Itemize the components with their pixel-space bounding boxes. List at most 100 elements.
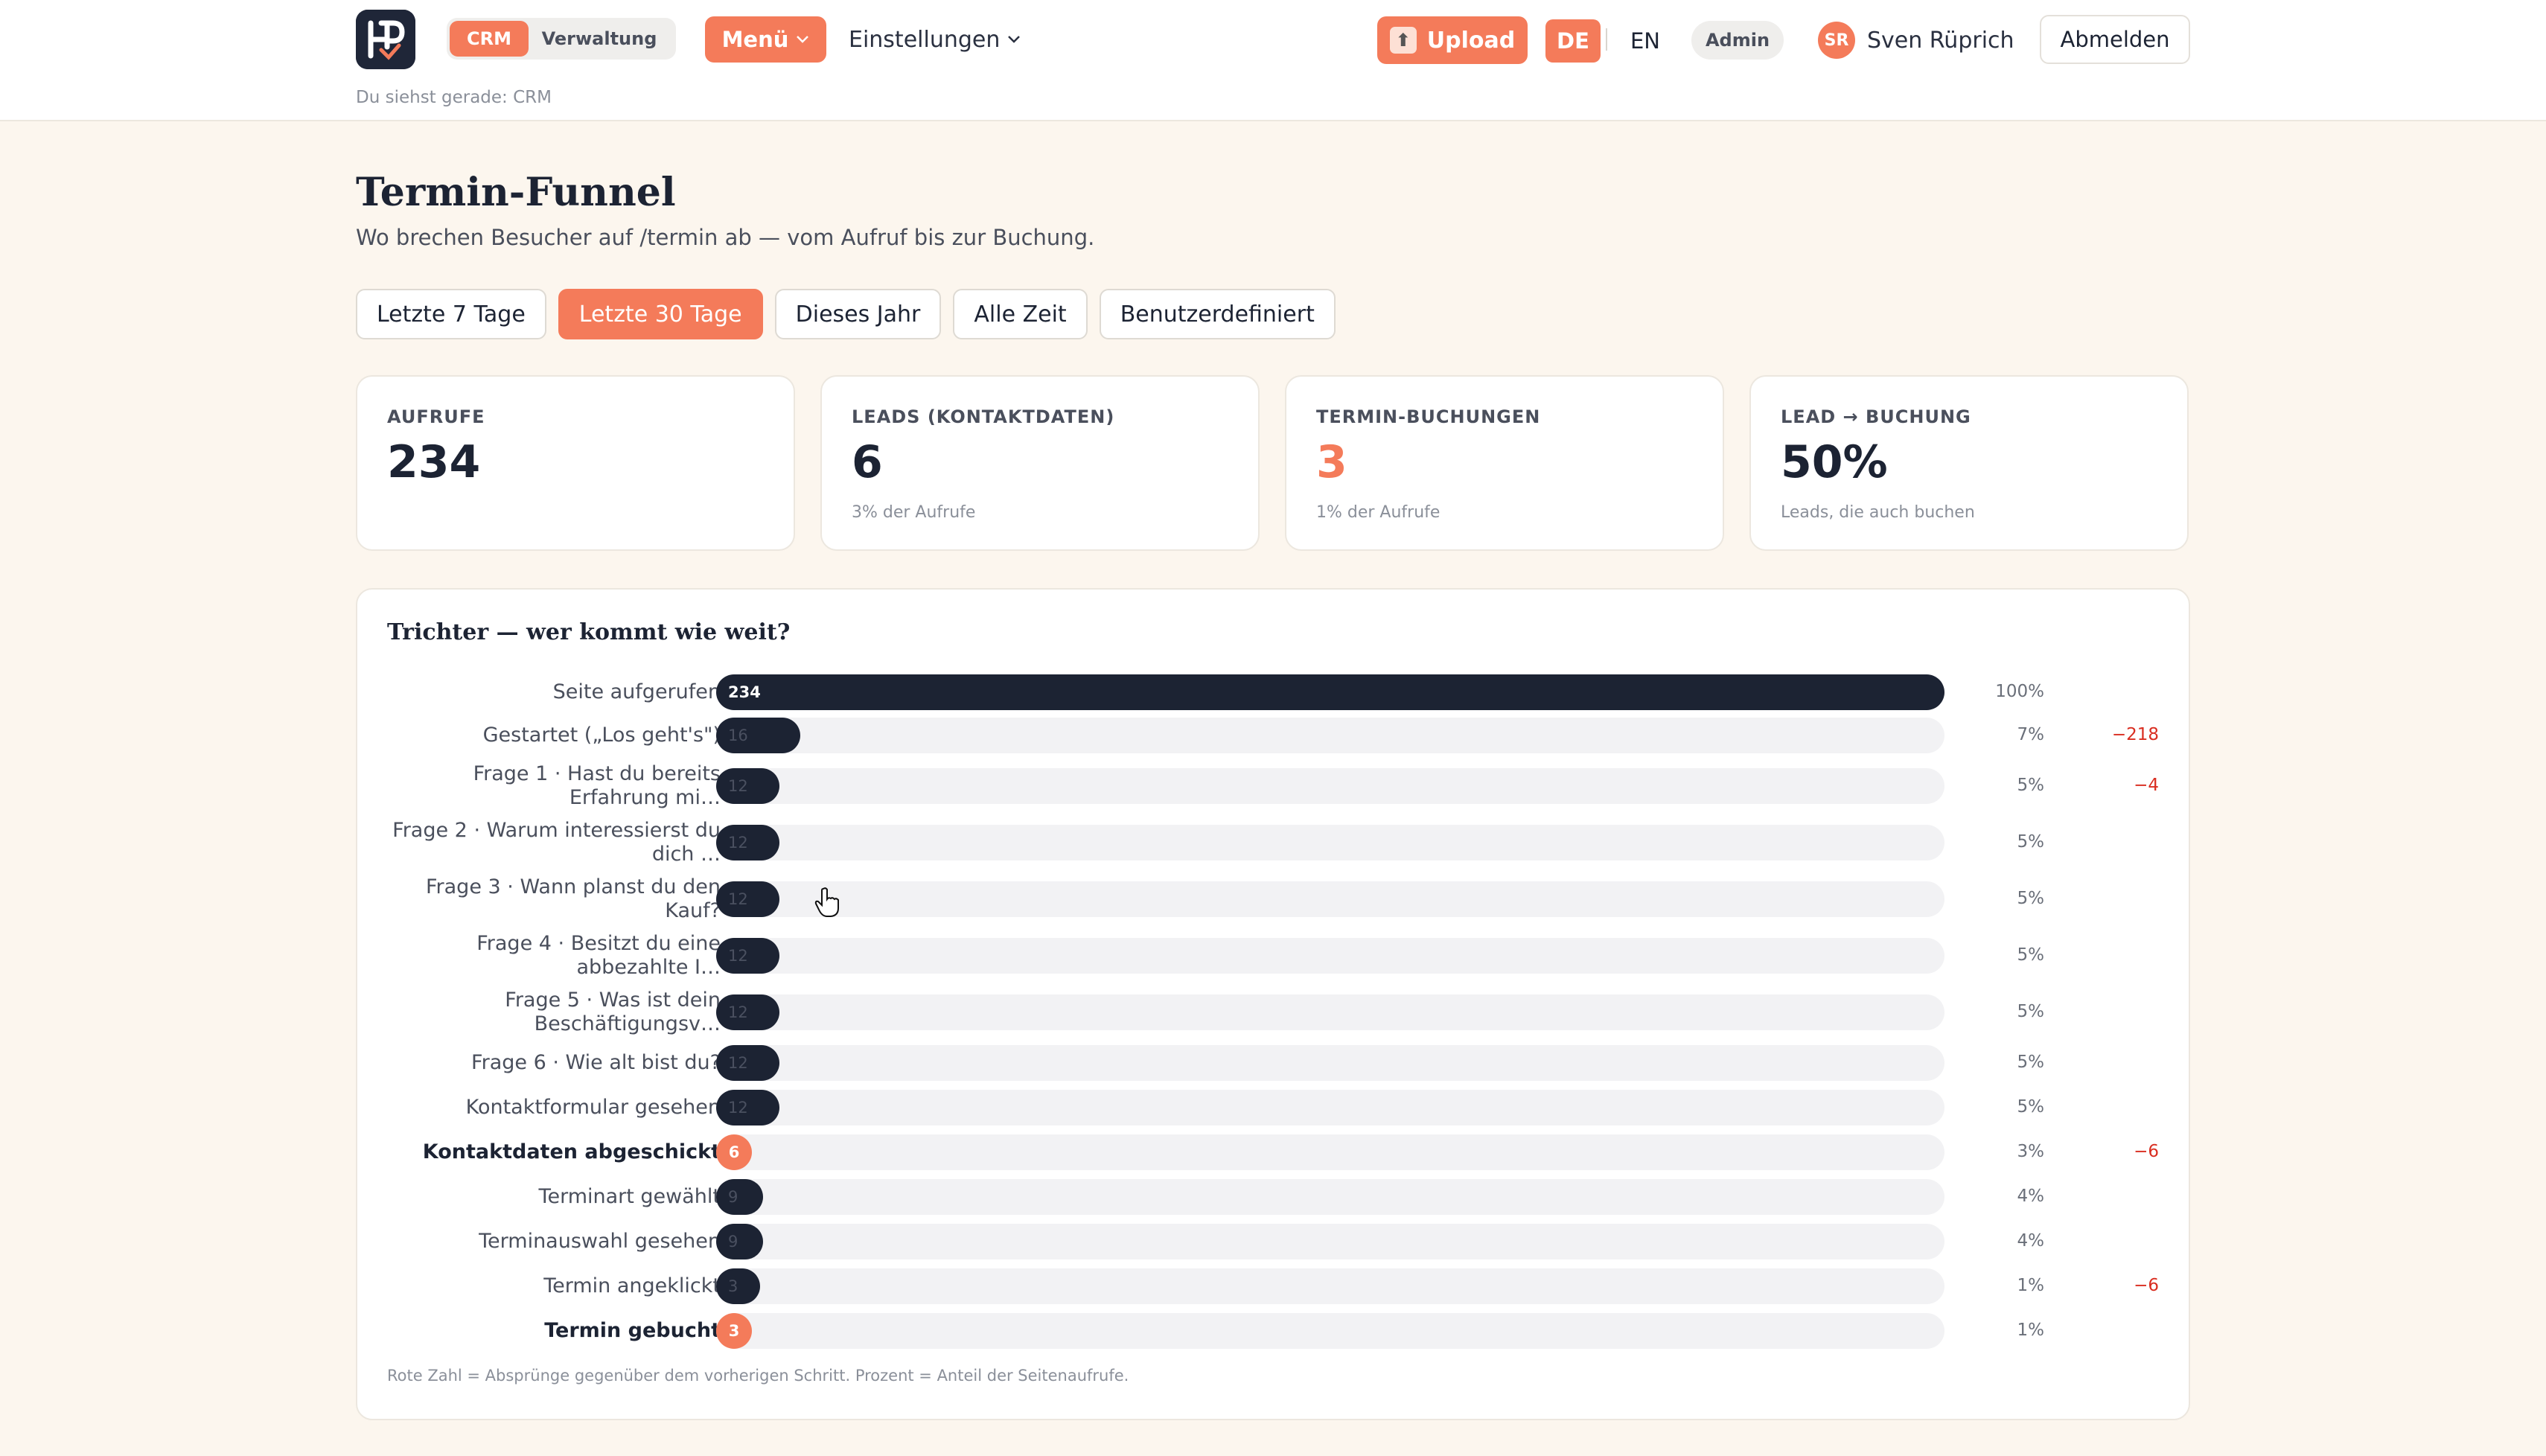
kpi-card-bookings: TERMIN-BUCHUNGEN 3 1% der Aufrufe [1285, 375, 1724, 551]
funnel-bar-count: 9 [728, 1188, 738, 1206]
kpi-subtext: 3% der Aufrufe [852, 503, 976, 522]
funnel-footnote: Rote Zahl = Absprünge gegenüber dem vorh… [387, 1367, 1129, 1385]
funnel-bar[interactable]: 12 [716, 1045, 779, 1081]
page-title: Termin-Funnel [356, 170, 676, 215]
funnel-bar[interactable]: 12 [716, 994, 779, 1030]
funnel-bar-track: 6 [716, 1134, 1944, 1170]
settings-dropdown[interactable]: Einstellungen [849, 16, 1021, 63]
kpi-value: 6 [852, 436, 883, 488]
funnel-step-percent: 5% [2017, 1053, 2045, 1072]
funnel-step-percent: 4% [2017, 1187, 2045, 1206]
funnel-bar[interactable]: 12 [716, 938, 779, 974]
upload-label: Upload [1426, 27, 1516, 54]
funnel-bar[interactable]: 12 [716, 1090, 779, 1125]
area-admin-button[interactable]: Verwaltung [529, 21, 670, 57]
funnel-step-percent: 5% [2017, 776, 2045, 795]
funnel-bar-count: 12 [728, 947, 748, 965]
upload-button[interactable]: ⬆ Upload [1377, 16, 1528, 64]
settings-label: Einstellungen [849, 26, 1001, 53]
filter-this-year[interactable]: Dieses Jahr [774, 289, 942, 339]
funnel-bar-count: 3 [728, 1277, 738, 1295]
filter-custom[interactable]: Benutzerdefiniert [1099, 289, 1336, 339]
funnel-bar-count: 234 [728, 683, 761, 701]
funnel-step-row: Frage 5 · Was ist dein Beschäftigungsv… 1… [357, 986, 2192, 1038]
funnel-step-percent: 5% [2017, 832, 2045, 852]
top-navigation-bar: CRM Verwaltung Menü Einstellungen ⬆ Uplo… [0, 0, 2546, 121]
funnel-bar-count: 6 [728, 1143, 740, 1161]
funnel-step-label: Gestartet („Los geht's") [482, 724, 721, 747]
language-en-button[interactable]: EN [1623, 19, 1668, 63]
funnel-bar-track: 9 [716, 1179, 1944, 1215]
funnel-bar[interactable]: 9 [716, 1179, 763, 1215]
funnel-title: Trichter — wer kommt wie weit? [387, 619, 791, 645]
funnel-bar[interactable]: 3 [716, 1313, 752, 1349]
funnel-bar-track: 3 [716, 1313, 1944, 1349]
context-note: Du siehst gerade: CRM [356, 88, 552, 107]
language-de-button[interactable]: DE [1545, 19, 1601, 63]
funnel-step-row: Frage 1 · Hast du bereits Erfahrung mi… 1… [357, 760, 2192, 812]
funnel-bar[interactable]: 3 [716, 1268, 760, 1304]
funnel-bar[interactable]: 12 [716, 881, 779, 917]
area-crm-button[interactable]: CRM [450, 21, 529, 57]
funnel-step-dropoff: −4 [2134, 776, 2159, 795]
funnel-step-percent: 1% [2017, 1321, 2045, 1340]
filter-last-7-days[interactable]: Letzte 7 Tage [356, 289, 546, 339]
funnel-step-row: Frage 2 · Warum interessierst du dich … 1… [357, 817, 2192, 869]
funnel-bar[interactable]: 234 [716, 674, 1944, 710]
funnel-bar[interactable]: 9 [716, 1224, 763, 1259]
funnel-step-dropoff: −218 [2111, 725, 2159, 744]
kpi-cards: AUFRUFE 234 LEADS (KONTAKTDATEN) 6 3% de… [356, 375, 2189, 551]
funnel-bar-track: 12 [716, 881, 1944, 917]
funnel-step-label: Frage 2 · Warum interessierst du dich … [392, 819, 721, 866]
filter-last-30-days[interactable]: Letzte 30 Tage [558, 289, 763, 339]
language-divider [1606, 28, 1607, 51]
funnel-bar-track: 234 [716, 674, 1944, 710]
funnel-step-row: Gestartet („Los geht's") 16 7% −218 [357, 709, 2192, 761]
funnel-bar-count: 16 [728, 727, 748, 744]
funnel-bar-track: 12 [716, 994, 1944, 1030]
filter-all-time[interactable]: Alle Zeit [953, 289, 1088, 339]
funnel-step-row: Frage 3 · Wann planst du den Kauf? 12 5% [357, 873, 2192, 925]
chevron-down-icon [1008, 36, 1021, 43]
brand-logo[interactable] [356, 10, 415, 69]
funnel-bar-count: 12 [728, 777, 748, 795]
area-switcher: CRM Verwaltung [447, 18, 676, 60]
funnel-bar[interactable]: 6 [716, 1134, 752, 1170]
kpi-label: AUFRUFE [387, 406, 485, 427]
funnel-bar-count: 12 [728, 1099, 748, 1117]
menu-button[interactable]: Menü [705, 16, 826, 63]
hand-cursor-icon [814, 887, 839, 917]
funnel-step-row: Termin gebucht 3 1% [357, 1305, 2192, 1357]
kpi-value: 3 [1316, 436, 1347, 488]
logout-button[interactable]: Abmelden [2040, 15, 2190, 64]
user-menu[interactable]: SR Sven Rüprich [1818, 21, 2014, 60]
funnel-bar[interactable]: 12 [716, 825, 779, 860]
funnel-step-percent: 5% [2017, 945, 2045, 965]
kpi-value: 50% [1781, 436, 1888, 488]
page-subtitle: Wo brechen Besucher auf /termin ab — vom… [356, 225, 1095, 250]
kpi-card-leads: LEADS (KONTAKTDATEN) 6 3% der Aufrufe [820, 375, 1260, 551]
role-badge: Admin [1691, 21, 1784, 60]
funnel-card: Trichter — wer kommt wie weit? Seite auf… [356, 588, 2190, 1420]
funnel-bar[interactable]: 16 [716, 718, 800, 753]
brand-logo-icon [356, 10, 415, 69]
date-range-filters: Letzte 7 Tage Letzte 30 Tage Dieses Jahr… [356, 289, 1336, 339]
funnel-step-dropoff: −6 [2134, 1276, 2159, 1295]
funnel-bar-track: 9 [716, 1224, 1944, 1259]
funnel-step-percent: 1% [2017, 1276, 2045, 1295]
funnel-bar-count: 12 [728, 834, 748, 852]
funnel-bar[interactable]: 12 [716, 768, 779, 804]
funnel-bar-track: 12 [716, 1090, 1944, 1125]
kpi-card-lead-to-booking: LEAD → BUCHUNG 50% Leads, die auch buche… [1749, 375, 2189, 551]
funnel-bar-count: 9 [728, 1233, 738, 1251]
kpi-subtext: Leads, die auch buchen [1781, 503, 1975, 522]
funnel-step-label: Frage 4 · Besitzt du eine abbezahlte I… [476, 932, 721, 979]
funnel-step-label: Termin gebucht [544, 1319, 721, 1342]
kpi-card-views: AUFRUFE 234 [356, 375, 795, 551]
kpi-value: 234 [387, 436, 481, 488]
user-name: Sven Rüprich [1867, 27, 2014, 54]
funnel-bar-count: 3 [728, 1322, 740, 1340]
funnel-bar-track: 12 [716, 768, 1944, 804]
funnel-bar-count: 12 [728, 1003, 748, 1021]
upload-arrow-icon: ⬆ [1389, 27, 1417, 54]
